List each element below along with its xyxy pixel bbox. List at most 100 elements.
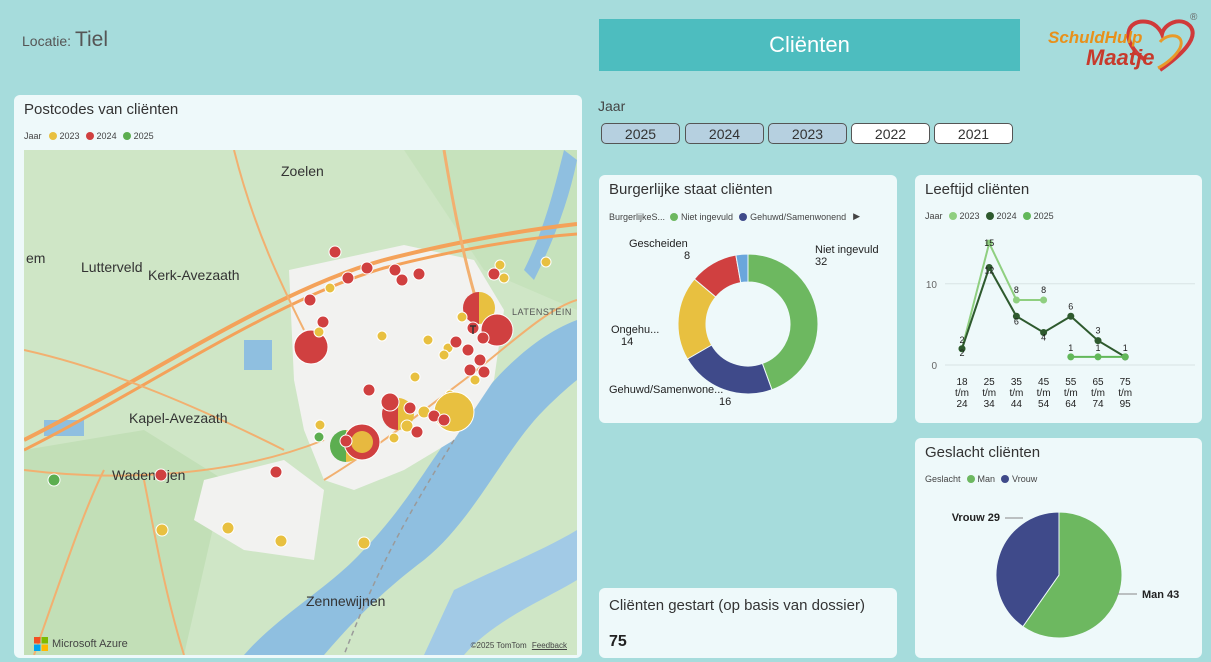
bubble-2024[interactable] (410, 425, 424, 439)
bubble-2024[interactable] (341, 271, 355, 285)
data-point-2025[interactable] (1121, 353, 1129, 361)
gestart-value: 75 (609, 633, 627, 650)
bubble-2024[interactable] (303, 293, 317, 307)
x-tick-label: 65 t/m 74 (1091, 377, 1105, 410)
bubble-2024[interactable] (403, 401, 417, 415)
bubble-2024[interactable] (360, 261, 374, 275)
year-button-2025[interactable]: 2025 (601, 123, 680, 144)
y-tick-label: 0 (931, 361, 937, 372)
data-label: 1 (1095, 343, 1100, 353)
data-point-2023[interactable] (1012, 296, 1020, 304)
legend-dot-gehuwd (739, 212, 748, 221)
x-tick-label: 25 t/m 34 (982, 377, 996, 410)
page-title: Cliënten (599, 19, 1020, 71)
burgerlijke-staat-title: Burgerlijke staat cliënten (609, 181, 773, 198)
bubble-2024[interactable] (412, 267, 426, 281)
bubble-2023[interactable] (498, 272, 510, 284)
y-tick-label: 10 (926, 280, 938, 291)
bubble-2023[interactable] (351, 431, 373, 453)
year-button-2023[interactable]: 2023 (768, 123, 847, 144)
bubble-2024[interactable] (154, 468, 168, 482)
burgerlijke-staat-legend: BurgerlijkeS... Niet ingevuld Gehuwd/Sam… (609, 211, 860, 222)
bubble-2023[interactable] (155, 523, 169, 537)
logo-text-maatje: Maatje (1086, 45, 1155, 70)
legend-more-arrow-icon[interactable]: ▶ (853, 211, 860, 222)
legend-label-man: Man (977, 474, 996, 484)
leeftijd-legend: Jaar 2023 2024 2025 (925, 211, 1054, 221)
legend-label-niet-ingevuld: Niet ingevuld (681, 211, 734, 222)
map-title: Postcodes van cliënten (24, 101, 179, 118)
geslacht-title: Geslacht cliënten (925, 444, 1041, 461)
donut-data-label: Gescheiden 8 (629, 238, 690, 262)
leeftijd-card: Leeftijd cliënten Jaar 2023 2024 2025 0 1… (915, 175, 1202, 423)
map-attribution-right: ©2025 TomTom Feedback (471, 641, 567, 650)
bubble-2024[interactable] (339, 434, 353, 448)
bubble-2023[interactable] (357, 536, 371, 550)
bubble-2023[interactable] (376, 330, 388, 342)
bubble-2024[interactable] (449, 335, 463, 349)
bubble-2025[interactable] (47, 473, 61, 487)
year-button-2022[interactable]: 2022 (851, 123, 930, 144)
data-point-2023[interactable] (1040, 296, 1048, 304)
legend-dot-2024 (85, 132, 94, 140)
legend-dot-niet-ingevuld (670, 212, 679, 221)
data-label: 15 (984, 238, 994, 248)
bubble-2023[interactable] (409, 371, 421, 383)
gestart-card: Cliënten gestart (op basis van dossier) … (599, 588, 897, 658)
bubble-2023[interactable] (221, 521, 235, 535)
bubble-2023[interactable] (274, 534, 288, 548)
bubble-2024[interactable] (328, 245, 342, 259)
legend-label-2023: 2023 (59, 131, 80, 141)
data-point-2025[interactable] (1094, 353, 1102, 361)
burgerlijke-legend-label: BurgerlijkeS... (609, 211, 666, 222)
leeftijd-line-chart[interactable]: 0 10 2 2 15 12 8 6 8 4 6 1 3 1 1 18 t/m 24 25 t/m 34 35 t/m 44 4… (915, 225, 1202, 420)
bubble-2023[interactable] (422, 334, 434, 346)
bubble-2023[interactable] (314, 419, 326, 431)
geslacht-pie-chart[interactable]: Man 43 Vrouw 29 (915, 488, 1202, 658)
legend-label-2023: 2023 (959, 211, 980, 221)
bubble-2024[interactable] (269, 465, 283, 479)
bubble-2024[interactable] (473, 353, 487, 367)
bubble-2024[interactable] (362, 383, 376, 397)
map-bubbles (47, 245, 552, 550)
data-label: 6 (1068, 301, 1073, 311)
bubble-2024[interactable] (477, 365, 491, 379)
map-copyright: ©2025 TomTom (470, 641, 527, 650)
donut-data-label: Gehuwd/Samenwone... 16 (609, 384, 731, 408)
bubble-2024[interactable] (316, 315, 330, 329)
bubble-2024[interactable] (395, 273, 409, 287)
bubble-2023[interactable] (388, 432, 400, 444)
data-label: 1 (1068, 343, 1073, 353)
bubble-2023[interactable] (469, 374, 481, 386)
bubble-2025[interactable] (313, 431, 325, 443)
map-feedback-link[interactable]: Feedback (532, 641, 567, 650)
bubble-2023[interactable] (313, 326, 325, 338)
bubble-2024[interactable] (476, 331, 490, 345)
bubble-2024[interactable] (487, 267, 501, 281)
bubble-2024[interactable] (461, 343, 475, 357)
bubble-2023[interactable] (540, 256, 552, 268)
map-attribution-left: Microsoft Azure (34, 637, 128, 651)
bubble-2023[interactable] (433, 391, 475, 433)
year-button-2024[interactable]: 2024 (685, 123, 764, 144)
bubble-2023[interactable] (456, 311, 468, 323)
legend-label-vrouw: Vrouw (1012, 474, 1038, 484)
page-title-text: Cliënten (769, 32, 850, 57)
data-point-2024[interactable] (1067, 312, 1075, 320)
legend-dot-2023 (948, 212, 957, 220)
bubble-2024[interactable] (380, 392, 400, 412)
legend-dot-2025 (122, 132, 131, 140)
legend-dot-2023 (48, 132, 57, 140)
map-canvas[interactable]: Zoelen em Lutterveld Kerk-Avezaath LATEN… (24, 150, 577, 655)
bubble-2023[interactable] (324, 282, 336, 294)
bubble-2024[interactable] (437, 413, 451, 427)
data-label: 8 (1014, 285, 1019, 295)
bubble-2024[interactable] (463, 363, 477, 377)
data-label: 3 (1095, 326, 1100, 336)
year-button-2021[interactable]: 2021 (934, 123, 1013, 144)
geslacht-card: Geslacht cliënten Geslacht Man Vrouw Man… (915, 438, 1202, 658)
burgerlijke-staat-donut[interactable]: Niet ingevuld 32 Gehuwd/Samenwone... 16 Onge… (599, 223, 897, 423)
data-point-2025[interactable] (1067, 353, 1075, 361)
bubble-2023[interactable] (438, 349, 450, 361)
burgerlijke-staat-card: Burgerlijke staat cliënten BurgerlijkeS.… (599, 175, 897, 423)
